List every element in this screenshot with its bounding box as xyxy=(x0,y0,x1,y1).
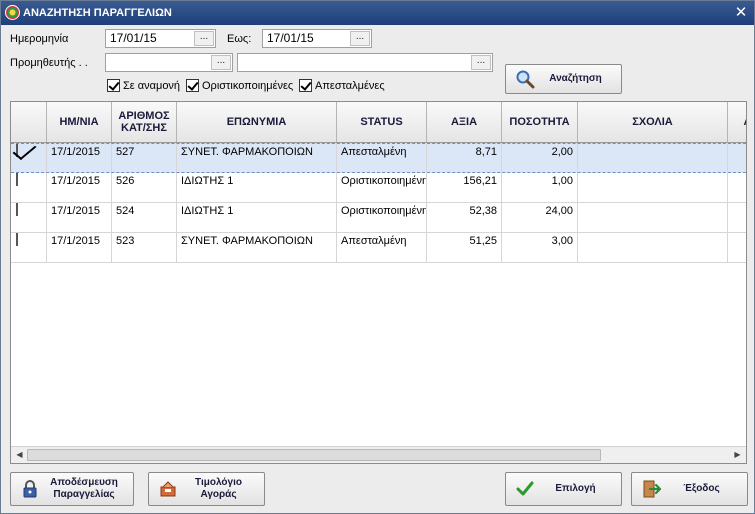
row-checkbox[interactable] xyxy=(16,173,18,186)
order-search-window: ΑΝΑΖΗΤΗΣΗ ΠΑΡΑΓΓΕΛΙΩΝ ✕ Ημερομηνία 17/01… xyxy=(0,0,755,514)
col-name[interactable]: ΕΠΩΝΥΜΙΑ xyxy=(177,102,337,142)
scroll-thumb[interactable] xyxy=(27,449,601,461)
date-from-value: 17/01/15 xyxy=(110,31,157,45)
exit-button[interactable]: Έξοδος xyxy=(631,472,748,506)
pending-label: Σε αναμονή xyxy=(123,79,181,92)
purchase-invoice-button[interactable]: Τιμολόγιο Αγοράς xyxy=(148,472,265,506)
finalized-checkbox-group[interactable]: Οριστικοποιημένες xyxy=(186,79,293,92)
cell-value: 156,21 xyxy=(427,173,502,202)
supplier-code-picker-button[interactable]: ... xyxy=(211,55,231,70)
finalized-label: Οριστικοποιημένες xyxy=(202,79,294,92)
cell-value: 52,38 xyxy=(427,203,502,232)
cell-notes xyxy=(578,203,728,232)
cell-date: 17/1/2015 xyxy=(47,203,112,232)
release-order-label: Αποδέσμευση Παραγγελίας xyxy=(50,477,118,500)
row-checkbox[interactable] xyxy=(16,144,18,157)
cell-value: 8,71 xyxy=(427,144,502,172)
select-button-label: Επιλογή xyxy=(555,483,596,494)
table-row[interactable]: 17/1/2015 523 ΣΥΝΕΤ. ΦΑΡΜΑΚΟΠΟΙΩΝ Απεστα… xyxy=(11,233,746,263)
cell-date: 17/1/2015 xyxy=(47,233,112,262)
cell-date: 17/1/2015 xyxy=(47,144,112,172)
cell-quantity: 1,00 xyxy=(502,173,578,202)
cell-notes xyxy=(578,233,728,262)
date-to-label: Εως: xyxy=(227,33,252,45)
col-number[interactable]: ΑΡΙΘΜΟΣ ΚΑΤ/ΣΗΣ xyxy=(112,102,177,142)
checkmark-icon xyxy=(514,478,536,500)
release-order-button[interactable]: Αποδέσμευση Παραγγελίας xyxy=(10,472,134,506)
invoice-icon xyxy=(157,478,179,500)
window-title: ΑΝΑΖΗΤΗΣΗ ΠΑΡΑΓΓΕΛΙΩΝ xyxy=(23,7,172,19)
finalized-checkbox[interactable] xyxy=(186,79,199,92)
table-row[interactable]: 17/1/2015 524 ΙΔΙΩΤΗΣ 1 Οριστικοποιημένη… xyxy=(11,203,746,233)
cell-name: ΣΥΝΕΤ. ΦΑΡΜΑΚΟΠΟΙΩΝ xyxy=(177,233,337,262)
cell-status: Απεσταλμένη xyxy=(337,233,427,262)
scroll-left-arrow[interactable]: ◀ xyxy=(12,448,27,462)
table-row[interactable]: 17/1/2015 527 ΣΥΝΕΤ. ΦΑΡΜΑΚΟΠΟΙΩΝ Απεστα… xyxy=(11,143,746,173)
date-to-picker-button[interactable]: ... xyxy=(350,31,370,46)
app-icon xyxy=(5,5,20,20)
cell-number: 523 xyxy=(112,233,177,262)
date-from-picker-button[interactable]: ... xyxy=(194,31,214,46)
cell-number: 526 xyxy=(112,173,177,202)
date-label: Ημερομηνία xyxy=(10,33,69,45)
supplier-code-field[interactable]: ... xyxy=(105,53,233,72)
exit-door-icon xyxy=(640,478,662,500)
supplier-name-picker-button[interactable]: ... xyxy=(471,55,491,70)
col-date[interactable]: ΗΜ/ΝΙΑ xyxy=(47,102,112,142)
cell-name: ΙΔΙΩΤΗΣ 1 xyxy=(177,203,337,232)
cell-date: 17/1/2015 xyxy=(47,173,112,202)
cell-quantity: 24,00 xyxy=(502,203,578,232)
sent-checkbox-group[interactable]: Απεσταλμένες xyxy=(299,79,385,92)
cell-notes xyxy=(578,173,728,202)
purchase-invoice-label: Τιμολόγιο Αγοράς xyxy=(195,477,242,500)
cell-number: 524 xyxy=(112,203,177,232)
supplier-name-field[interactable]: ... xyxy=(237,53,493,72)
row-checkbox[interactable] xyxy=(16,233,18,246)
row-checkbox[interactable] xyxy=(16,203,18,216)
pending-checkbox[interactable] xyxy=(107,79,120,92)
select-button[interactable]: Επιλογή xyxy=(505,472,622,506)
sent-label: Απεσταλμένες xyxy=(315,79,385,92)
sent-checkbox[interactable] xyxy=(299,79,312,92)
lock-icon xyxy=(19,478,41,500)
close-button[interactable]: ✕ xyxy=(732,4,750,21)
cell-quantity: 2,00 xyxy=(502,144,578,172)
horizontal-scrollbar[interactable]: ◀ ▶ xyxy=(11,446,746,463)
search-icon xyxy=(514,68,536,90)
cell-value: 51,25 xyxy=(427,233,502,262)
cell-extra xyxy=(728,144,746,172)
exit-button-label: Έξοδος xyxy=(683,483,720,494)
col-extra[interactable]: Α xyxy=(728,102,746,142)
col-quantity[interactable]: ΠΟΣΟΤΗΤΑ xyxy=(502,102,578,142)
grid-header: ΗΜ/ΝΙΑ ΑΡΙΘΜΟΣ ΚΑΤ/ΣΗΣ ΕΠΩΝΥΜΙΑ STATUS Α… xyxy=(11,102,746,143)
cell-name: ΣΥΝΕΤ. ΦΑΡΜΑΚΟΠΟΙΩΝ xyxy=(177,144,337,172)
table-row[interactable]: 17/1/2015 526 ΙΔΙΩΤΗΣ 1 Οριστικοποιημένη… xyxy=(11,173,746,203)
title-bar[interactable]: ΑΝΑΖΗΤΗΣΗ ΠΑΡΑΓΓΕΛΙΩΝ ✕ xyxy=(1,1,754,25)
col-select xyxy=(11,102,47,142)
pending-checkbox-group[interactable]: Σε αναμονή xyxy=(107,79,180,92)
cell-name: ΙΔΙΩΤΗΣ 1 xyxy=(177,173,337,202)
cell-status: Οριστικοποιημένη xyxy=(337,173,427,202)
cell-extra xyxy=(728,173,746,202)
scroll-right-arrow[interactable]: ▶ xyxy=(730,448,745,462)
search-button-label: Αναζήτηση xyxy=(549,73,602,84)
cell-notes xyxy=(578,144,728,172)
cell-quantity: 3,00 xyxy=(502,233,578,262)
col-value[interactable]: ΑΞΙΑ xyxy=(427,102,502,142)
date-to-field[interactable]: 17/01/15 ... xyxy=(262,29,372,48)
supplier-label: Προμηθευτής . . xyxy=(10,57,88,69)
date-to-value: 17/01/15 xyxy=(267,31,314,45)
cell-number: 527 xyxy=(112,144,177,172)
cell-extra xyxy=(728,203,746,232)
search-button[interactable]: Αναζήτηση xyxy=(505,64,622,94)
cell-extra xyxy=(728,233,746,262)
orders-grid[interactable]: ΗΜ/ΝΙΑ ΑΡΙΘΜΟΣ ΚΑΤ/ΣΗΣ ΕΠΩΝΥΜΙΑ STATUS Α… xyxy=(10,101,747,464)
cell-status: Απεσταλμένη xyxy=(337,144,427,172)
date-from-field[interactable]: 17/01/15 ... xyxy=(105,29,216,48)
col-status[interactable]: STATUS xyxy=(337,102,427,142)
cell-status: Οριστικοποιημένη xyxy=(337,203,427,232)
col-notes[interactable]: ΣΧΟΛΙΑ xyxy=(578,102,728,142)
